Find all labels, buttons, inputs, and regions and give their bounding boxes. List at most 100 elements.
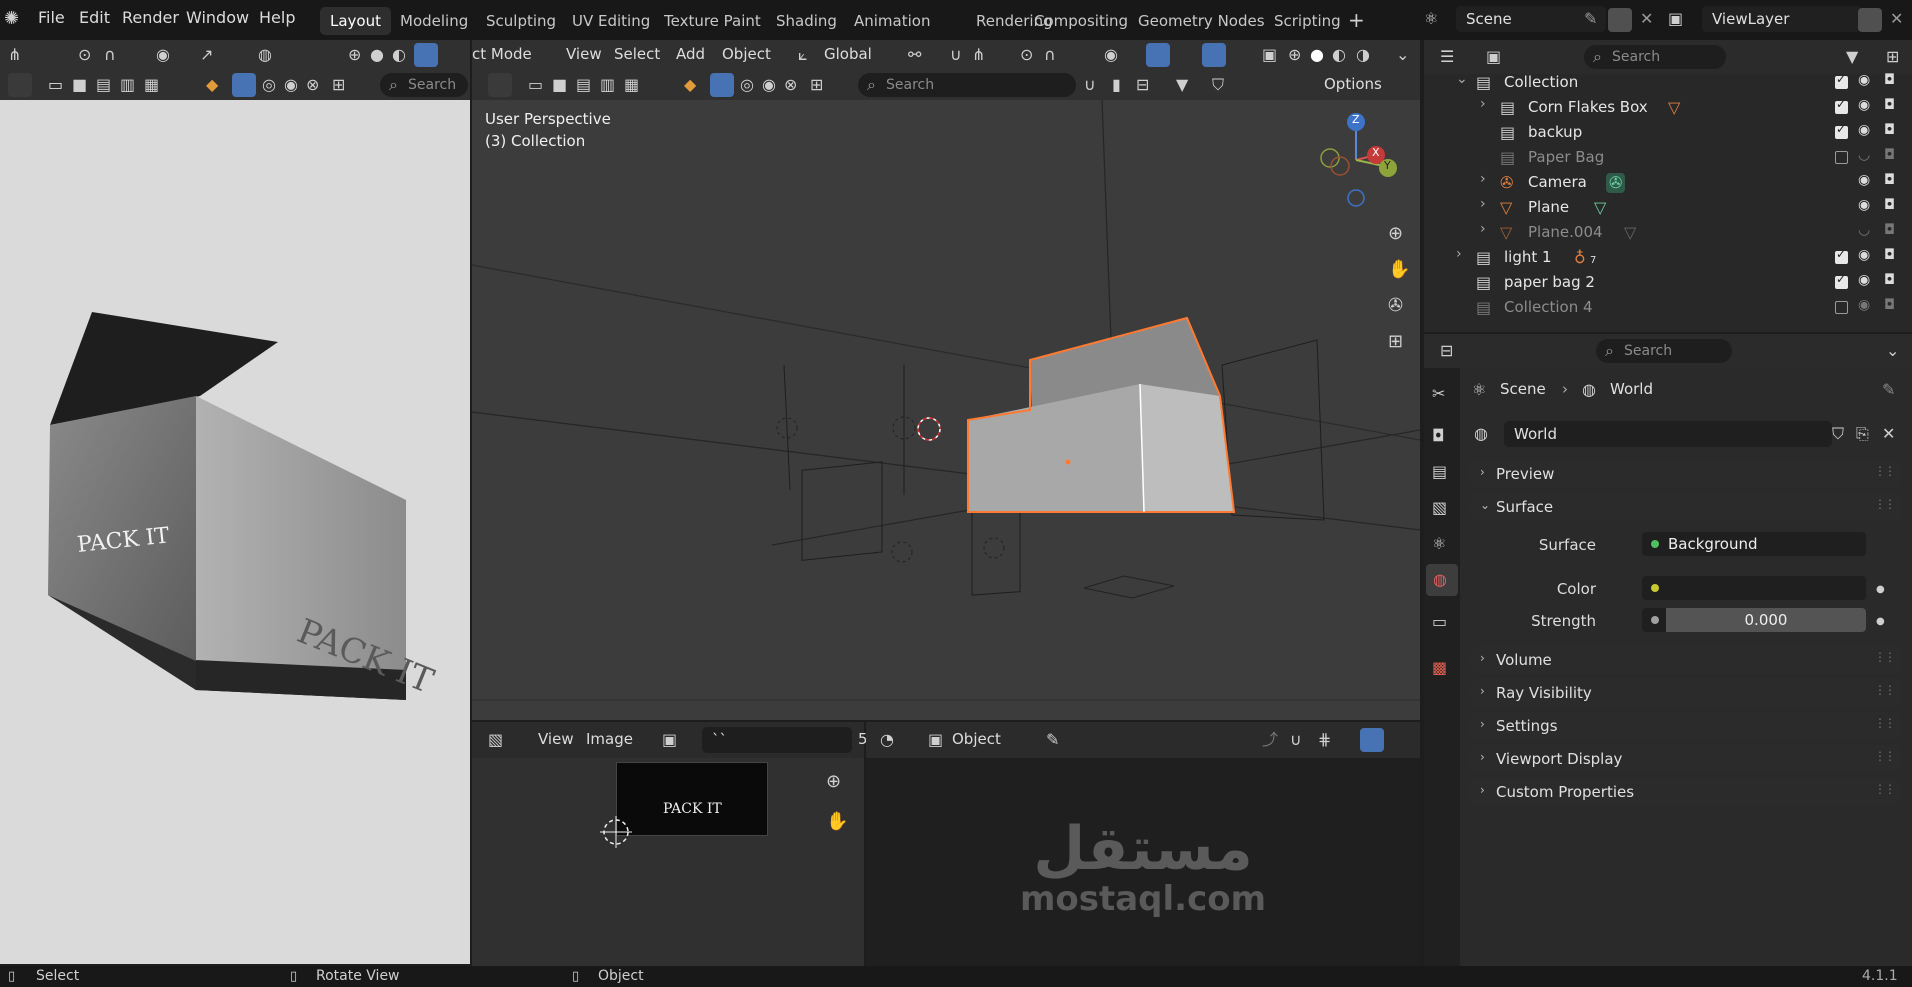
exclude-checkbox[interactable] — [1835, 272, 1848, 289]
object-mode-icon[interactable]: ▣ — [928, 730, 943, 750]
viewlayer-field[interactable]: ViewLayer — [1702, 6, 1862, 32]
tab-shading[interactable]: Shading — [766, 7, 847, 35]
image-zoom-icon[interactable]: ⊕ — [826, 772, 841, 792]
tab-texture-paint[interactable]: Texture Paint — [654, 7, 771, 35]
menu-file[interactable]: File — [38, 8, 65, 27]
menu-edit[interactable]: Edit — [79, 8, 110, 27]
mode-dropdown[interactable]: ct Mode — [472, 45, 532, 63]
panel-viewport-display[interactable]: › Viewport Display ⋮⋮ — [1470, 745, 1902, 773]
new-viewlayer-button[interactable] — [1858, 8, 1882, 32]
eye-icon[interactable]: ◉ — [1858, 297, 1870, 313]
vp-object-type-icon[interactable]: ◆ — [684, 75, 696, 95]
outliner-row-camera[interactable]: › ✇ Camera ✇ ◉ ◘ — [1424, 170, 1912, 195]
vp-select-invert-icon[interactable]: ▥ — [600, 75, 615, 95]
unlink-world-icon[interactable]: ✕ — [1882, 424, 1895, 444]
object-type-icon[interactable]: ◆ — [206, 75, 218, 95]
view-layer-tab-icon[interactable]: ▧ — [1432, 498, 1447, 518]
texture-tab-icon[interactable]: ▩ — [1432, 658, 1447, 678]
rendered-shading-button[interactable] — [414, 43, 438, 67]
menu-select[interactable]: Select — [614, 45, 660, 63]
outliner-row-plane[interactable]: › ▽ Plane ▽ ◉ ◘ — [1424, 195, 1912, 220]
material-shading-icon[interactable]: ◐ — [392, 45, 406, 65]
funnel-icon[interactable]: ▼ — [1176, 75, 1188, 95]
render-camera-icon[interactable]: ◘ — [1884, 122, 1895, 138]
render-image-view[interactable]: PACK IT PACK IT — [0, 100, 470, 964]
shading-options-icon[interactable]: ⌄ — [1396, 45, 1409, 65]
header-pin-icon[interactable]: ✎ — [1046, 730, 1059, 750]
tab-sculpting[interactable]: Sculpting — [476, 7, 566, 35]
menu-object[interactable]: Object — [722, 45, 771, 63]
add-workspace-icon[interactable]: + — [1348, 10, 1365, 30]
panel-ray-visibility[interactable]: › Ray Visibility ⋮⋮ — [1470, 679, 1902, 707]
falloff-icon[interactable]: ∩ — [104, 45, 116, 65]
tab-uv-editing[interactable]: UV Editing — [562, 7, 660, 35]
outliner-row-light-1[interactable]: › ▤ light 1 ♁ 7 ◉ ◘ — [1424, 245, 1912, 270]
pin-icon[interactable]: ✎ — [1584, 9, 1597, 29]
render-camera-icon[interactable]: ◘ — [1884, 97, 1895, 113]
vp-filter-mesh-button[interactable] — [710, 73, 734, 97]
gizmo-toggle-button[interactable] — [1146, 43, 1170, 67]
vp-filter-camera-icon[interactable]: ⊗ — [784, 75, 797, 95]
bottom-dark-editor[interactable]: مستقل mostaql.com — [866, 758, 1420, 966]
xray-icon[interactable]: ▣ — [1262, 45, 1277, 65]
eye-closed-icon[interactable]: ◡ — [1858, 222, 1870, 238]
select-tool-button[interactable] — [8, 73, 32, 97]
collection-tab-icon[interactable]: ▭ — [1432, 612, 1447, 632]
overlay-toggle-button[interactable] — [1202, 43, 1226, 67]
panel-preview[interactable]: › Preview ⋮⋮ — [1470, 460, 1902, 488]
image-menu[interactable]: Image — [586, 730, 633, 748]
view-filter-icon[interactable]: ⊟ — [1136, 75, 1149, 95]
render-camera-icon[interactable]: ◘ — [1884, 272, 1895, 288]
render-camera-icon[interactable]: ◘ — [1884, 72, 1895, 88]
orientation-dropdown[interactable]: Global — [824, 45, 872, 63]
eye-icon[interactable]: ◉ — [1858, 97, 1870, 113]
gizmo-icon[interactable]: ↗ — [200, 45, 213, 65]
image-thumbnail[interactable]: PACK IT — [616, 762, 768, 836]
3d-viewport[interactable]: User Perspective (3) Collection Z X Y ⊕ … — [472, 100, 1420, 720]
outliner-row-paper-bag-2[interactable]: ▤ paper bag 2 ◉ ◘ — [1424, 270, 1912, 295]
eye-icon[interactable]: ◉ — [1858, 172, 1870, 188]
vp-select-box-icon[interactable]: ▭ — [528, 75, 543, 95]
object-dropdown[interactable]: Object — [952, 730, 1001, 748]
wireframe-shading-icon[interactable]: ⊕ — [348, 45, 361, 65]
color-field[interactable] — [1642, 576, 1866, 600]
vp-select-extend-icon[interactable]: ■ — [552, 75, 567, 95]
outliner-search-input[interactable]: Search — [1584, 45, 1726, 69]
exclude-checkbox[interactable] — [1835, 97, 1848, 114]
proportional-icon[interactable]: ⊙ — [78, 45, 91, 65]
eye-icon[interactable]: ◉ — [1858, 197, 1870, 213]
overlay-icon[interactable]: ◍ — [258, 45, 272, 65]
vp-material-icon[interactable]: ◐ — [1332, 45, 1346, 65]
snap-mode-icon[interactable]: ⋕ — [1318, 730, 1331, 750]
pan-hand-icon[interactable]: ✋ — [1388, 260, 1410, 280]
image-pan-icon[interactable]: ✋ — [826, 812, 848, 832]
menu-view[interactable]: View — [566, 45, 602, 63]
tool-tab-icon[interactable]: ✂ — [1432, 384, 1445, 404]
outliner-row-collection-4[interactable]: ▤ Collection 4 ◉ ◘ — [1424, 295, 1912, 320]
ortho-grid-icon[interactable]: ⊞ — [1388, 332, 1403, 352]
filter-light-icon[interactable]: ◉ — [284, 75, 298, 95]
eye-icon[interactable]: ◉ — [1858, 72, 1870, 88]
image-name-field[interactable]: `` — [702, 727, 852, 753]
image-2d-cursor[interactable] — [596, 812, 636, 852]
outliner-row-plane-004[interactable]: › ▽ Plane.004 ▽ ◡ ◘ — [1424, 220, 1912, 245]
menu-window[interactable]: Window — [186, 8, 249, 27]
delete-scene-icon[interactable]: ✕ — [1640, 9, 1653, 29]
bookmark-icon[interactable]: ▮ — [1112, 75, 1121, 95]
menu-help[interactable]: Help — [259, 8, 295, 27]
scene-tab-icon[interactable]: ⚛ — [1432, 534, 1446, 554]
viewport-visibility-icon[interactable]: ◉ — [1104, 45, 1118, 65]
proportional-edit-icon[interactable]: ⊙ — [1020, 45, 1033, 65]
render-camera-icon[interactable]: ◘ — [1884, 222, 1895, 238]
zoom-icon[interactable]: ⊕ — [1388, 224, 1403, 244]
render-tab-icon[interactable]: ◘ — [1432, 426, 1445, 446]
scene-icon[interactable]: ⚛ — [1424, 9, 1438, 29]
world-name-field[interactable]: World — [1504, 421, 1832, 447]
properties-type-icon[interactable]: ⊟ — [1440, 341, 1453, 361]
vp-select-intersect-icon[interactable]: ▦ — [624, 75, 639, 95]
snap-target-icon[interactable]: ⋔ — [972, 45, 985, 65]
panel-surface[interactable]: ⌄ Surface ⋮⋮ — [1470, 493, 1902, 521]
shield-icon[interactable]: ⛉ — [1212, 75, 1224, 95]
solid-shading-icon[interactable]: ● — [370, 45, 384, 65]
panel-volume[interactable]: › Volume ⋮⋮ — [1470, 646, 1902, 674]
